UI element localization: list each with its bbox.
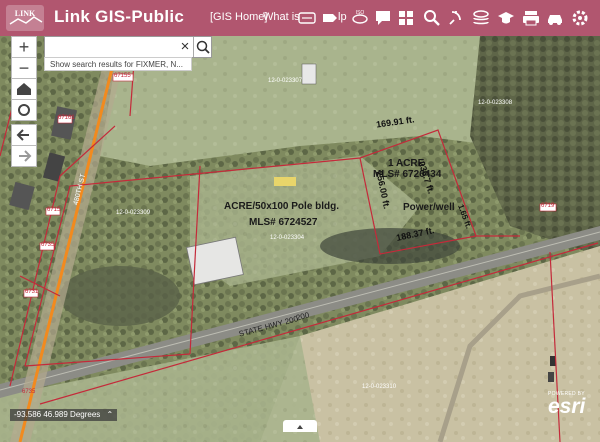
- coordinate-value: -93.586 46.989 Degrees: [14, 410, 101, 419]
- print-icon[interactable]: [521, 8, 541, 28]
- label-acre-pole-bldg: ACRE/50x100 Pole bldg.: [224, 201, 340, 212]
- home-button[interactable]: [11, 78, 37, 100]
- map-view[interactable]: 1 ACRE MLS# 6726434 Power/well ACRE/50x1…: [0, 36, 600, 442]
- svg-text:ISO: ISO: [356, 10, 365, 16]
- back-button[interactable]: [11, 124, 37, 146]
- home-icon: [17, 83, 31, 95]
- parcel-id-1: 12-0-023307: [268, 78, 303, 84]
- layers-icon[interactable]: [471, 8, 491, 28]
- gis-home-link[interactable]: [GIS Home]: [210, 11, 267, 23]
- red-label-1: 67155: [114, 73, 131, 79]
- parcel-id-5: 12-0-023310: [362, 384, 397, 390]
- search-suggestion[interactable]: Show search results for FIXMER, N...: [44, 57, 192, 71]
- esri-logo: esri: [548, 395, 586, 418]
- red-label-5: 67161: [58, 115, 75, 121]
- locate-icon: [18, 104, 30, 116]
- app-title: Link GIS-Public: [54, 7, 185, 26]
- whats-this-icon[interactable]: [297, 8, 317, 28]
- help-icon[interactable]: [320, 8, 340, 28]
- arrow-left-icon: [16, 129, 29, 141]
- what-is-link[interactable]: What is: [263, 11, 300, 23]
- coordinate-readout: -93.586 46.989 Degrees ⌃: [10, 409, 118, 421]
- link-logo-icon[interactable]: LINK: [4, 2, 48, 34]
- svg-text:LINK: LINK: [15, 9, 36, 18]
- forward-button[interactable]: [11, 145, 37, 167]
- zoom-in-button[interactable]: +: [11, 36, 37, 58]
- hat-icon[interactable]: [496, 8, 516, 28]
- chevron-up-icon: [297, 425, 303, 429]
- red-label-6: 6719: [541, 203, 555, 209]
- grid-icon[interactable]: [396, 8, 416, 28]
- view-icon[interactable]: ISO: [350, 8, 370, 28]
- parcel-id-3: 12-0-023309: [116, 210, 151, 216]
- parcel-id-4: 12-0-023304: [270, 235, 305, 241]
- red-label-2: 6715: [47, 207, 61, 213]
- label-mls-6724527: MLS# 6724527: [249, 217, 318, 228]
- clear-search-icon[interactable]: ×: [177, 37, 193, 57]
- help-link-label[interactable]: lp: [338, 11, 347, 23]
- expand-panel-button[interactable]: [283, 420, 317, 432]
- car-icon[interactable]: [545, 8, 565, 28]
- zoom-search-icon[interactable]: [422, 8, 442, 28]
- locate-button[interactable]: [11, 99, 37, 121]
- measure-icon[interactable]: [446, 8, 466, 28]
- red-label-3: 6735: [41, 242, 55, 248]
- app-header: LINK Link GIS-Public [GIS Home] What is …: [0, 0, 600, 36]
- search-box: ×: [44, 36, 212, 58]
- settings-icon[interactable]: [570, 8, 590, 28]
- chat-icon[interactable]: [373, 8, 393, 28]
- search-icon[interactable]: [193, 37, 213, 57]
- parcel-id-2: 12-0-023308: [478, 100, 513, 106]
- red-label-7: 6735: [22, 389, 36, 395]
- label-power-well: Power/well: [403, 202, 455, 213]
- coordinate-toggle-icon[interactable]: ⌃: [107, 410, 114, 419]
- zoom-out-button[interactable]: −: [11, 57, 37, 79]
- red-label-4: 6731: [25, 289, 39, 295]
- search-input[interactable]: [47, 38, 179, 58]
- esri-attribution: POWERED BY esri: [548, 391, 585, 417]
- arrow-right-icon: [19, 150, 32, 162]
